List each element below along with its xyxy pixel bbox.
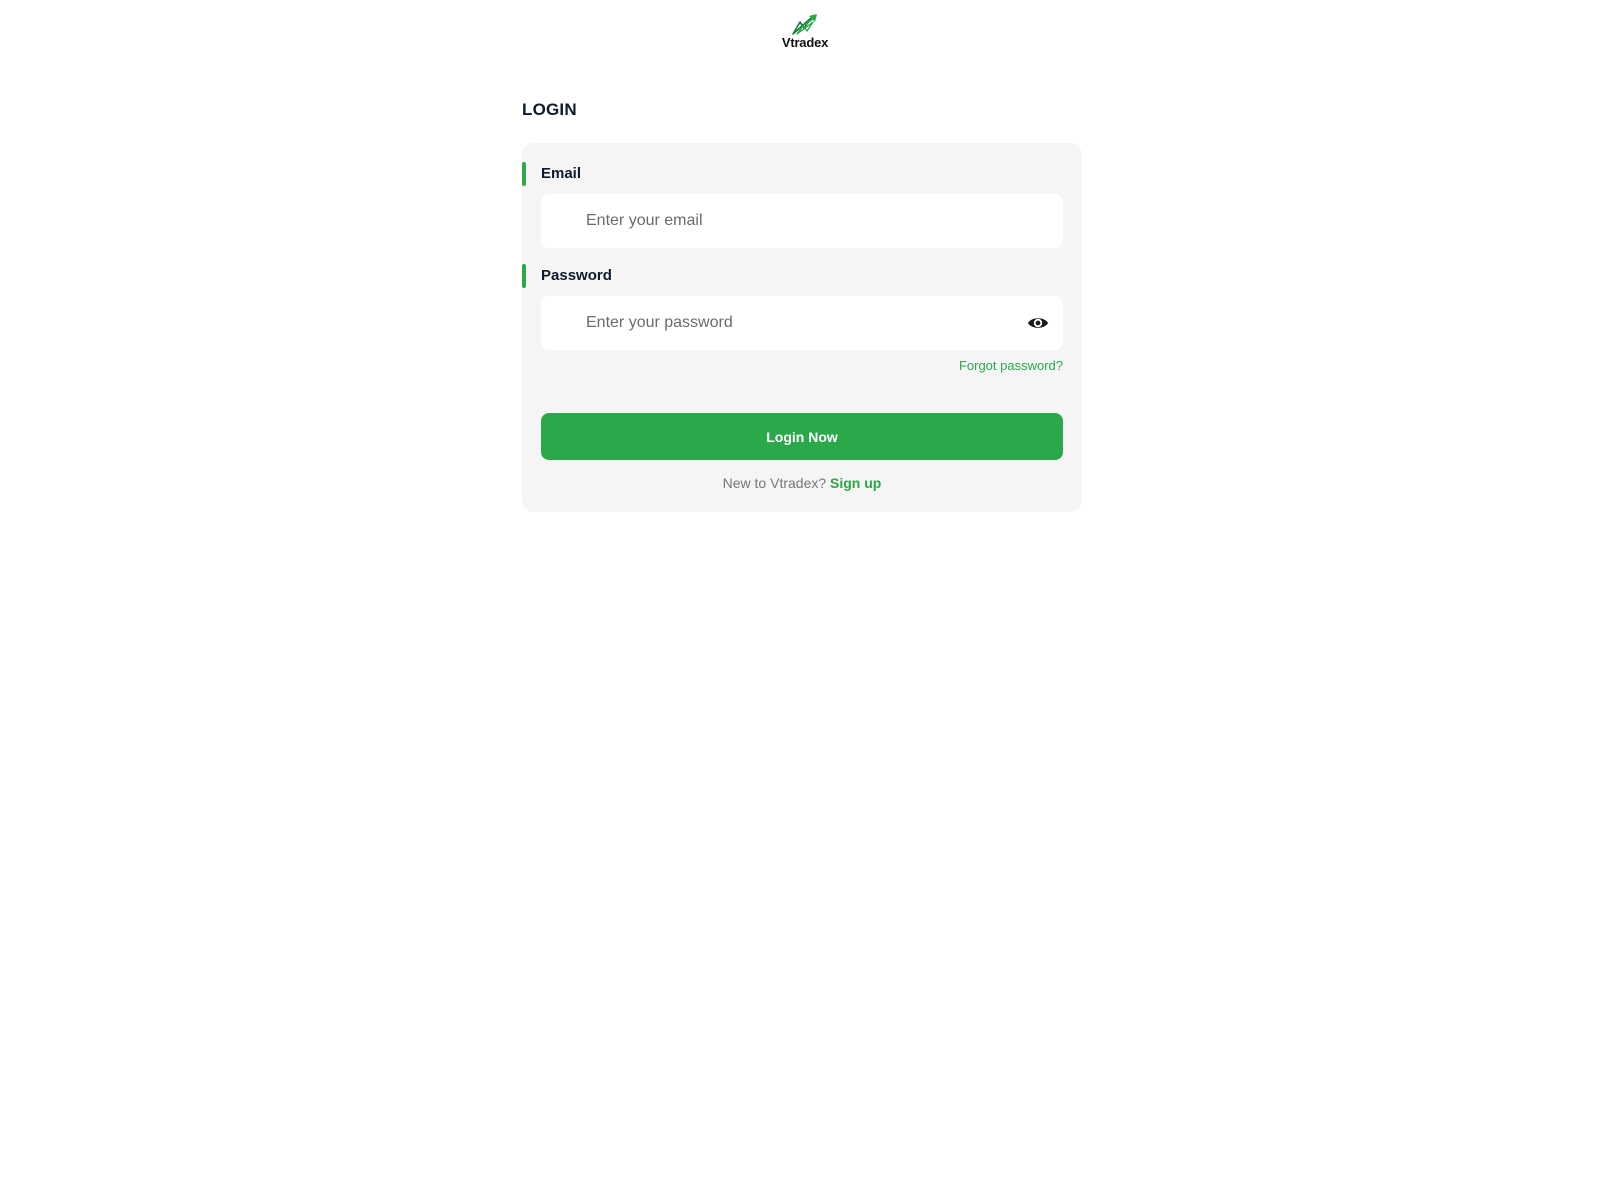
eye-icon[interactable] [1027, 313, 1049, 333]
password-input-box [541, 296, 1063, 350]
email-field-marker [522, 162, 526, 186]
login-card: Email Password Forgot password? Login No… [522, 143, 1082, 512]
forgot-password-link[interactable]: Forgot password? [959, 358, 1063, 373]
signup-prompt: New to Vtradex? [722, 475, 831, 491]
password-field-marker [522, 264, 526, 288]
brand-logo: Vtradex [779, 14, 831, 50]
login-button[interactable]: Login Now [541, 413, 1063, 460]
signup-link[interactable]: Sign up [830, 475, 881, 491]
password-field[interactable] [541, 296, 1063, 350]
signup-row: New to Vtradex? Sign up [522, 475, 1082, 491]
rising-chart-arrow-icon [792, 14, 817, 35]
email-label: Email [541, 165, 582, 182]
password-label: Password [541, 267, 612, 284]
email-field[interactable] [541, 194, 1063, 248]
email-input-box [541, 194, 1063, 248]
page-title: LOGIN [522, 100, 577, 119]
brand-name: Vtradex [781, 35, 829, 50]
